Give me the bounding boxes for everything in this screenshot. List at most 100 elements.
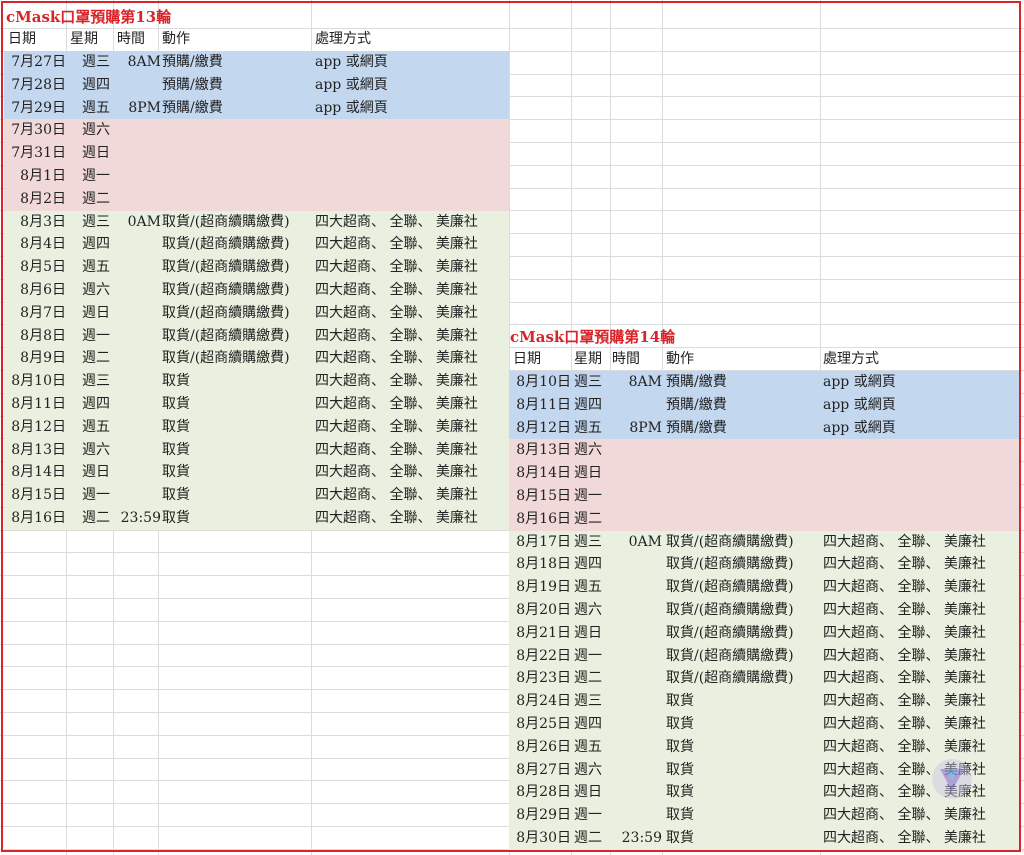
cell-action: 取貨/(超商續購繳費) bbox=[162, 213, 290, 230]
table-row: 8月23日 週二 取貨/(超商續購繳費) 四大超商、 全聯、 美廉社 bbox=[509, 667, 1020, 691]
table-row: 8月21日 週日 取貨/(超商續購繳費) 四大超商、 全聯、 美廉社 bbox=[509, 621, 1020, 645]
cell-date: 7月27日 bbox=[11, 54, 66, 70]
cell-time: 8PM bbox=[128, 99, 161, 116]
cell-time bbox=[610, 736, 662, 759]
header-method: 處理方式 bbox=[315, 31, 371, 47]
cell-date: 8月18日 bbox=[516, 556, 571, 573]
cell-time bbox=[610, 576, 662, 599]
cell-action: 取貨/(超商續購繳費) bbox=[666, 533, 794, 550]
cell-method: 四大超商、 全聯、 美廉社 bbox=[823, 807, 986, 824]
cell-time bbox=[610, 713, 662, 736]
cell-action: 預購/繳費 bbox=[162, 54, 223, 70]
table-row: 8月17日 週三 0AM 取貨/(超商續購繳費) 四大超商、 全聯、 美廉社 bbox=[509, 530, 1020, 554]
cell-date: 8月12日 bbox=[516, 419, 571, 436]
table-row: 8月20日 週六 取貨/(超商續購繳費) 四大超商、 全聯、 美廉社 bbox=[509, 599, 1020, 622]
cell-weekday: 週四 bbox=[574, 556, 602, 573]
cell-action: 取貨/(超商續購繳費) bbox=[162, 327, 290, 344]
cell-date: 8月14日 bbox=[11, 464, 66, 481]
cell-action: 預購/繳費 bbox=[666, 396, 727, 413]
cell-action: 取貨 bbox=[666, 807, 694, 824]
cell-weekday: 週五 bbox=[574, 579, 602, 596]
cell-date: 8月15日 bbox=[11, 487, 66, 504]
cell-date: 8月19日 bbox=[516, 579, 571, 596]
cell-time: 0AM bbox=[127, 213, 161, 230]
header-action: 動作 bbox=[666, 351, 694, 367]
table-row: 8月10日 週三 取貨 四大超商、 全聯、 美廉社 bbox=[4, 370, 509, 394]
cell-weekday: 週一 bbox=[82, 327, 110, 344]
table-row: 8月14日 週日 取貨 四大超商、 全聯、 美廉社 bbox=[4, 461, 509, 485]
cell-time bbox=[610, 462, 662, 485]
cell-date: 7月29日 bbox=[11, 99, 66, 116]
cell-date: 8月5日 bbox=[20, 259, 66, 276]
header-action: 動作 bbox=[162, 31, 190, 47]
cell-weekday: 週四 bbox=[82, 76, 110, 93]
cell-date: 8月2日 bbox=[20, 190, 66, 207]
cell-weekday: 週一 bbox=[82, 487, 110, 504]
cell-method: 四大超商、 全聯、 美廉社 bbox=[315, 327, 478, 344]
table-row: 7月31日 週日 bbox=[4, 142, 509, 166]
cell-action: 取貨 bbox=[666, 830, 694, 846]
cell-date: 7月30日 bbox=[11, 122, 66, 139]
table-row: 8月13日 週六 取貨 四大超商、 全聯、 美廉社 bbox=[4, 438, 509, 462]
cell-time bbox=[116, 416, 161, 439]
cell-time bbox=[116, 325, 161, 348]
cell-time: 8AM bbox=[127, 54, 161, 70]
cell-time bbox=[116, 302, 161, 325]
cell-method: 四大超商、 全聯、 美廉社 bbox=[823, 716, 986, 732]
logo-icon bbox=[928, 755, 976, 803]
cell-weekday: 週二 bbox=[82, 190, 110, 207]
cell-time bbox=[116, 347, 161, 370]
cell-method: 四大超商、 全聯、 美廉社 bbox=[315, 441, 478, 458]
cell-time bbox=[116, 119, 161, 142]
cell-date: 8月22日 bbox=[516, 647, 571, 664]
cell-weekday: 週六 bbox=[574, 442, 602, 459]
cell-time bbox=[116, 461, 161, 484]
cell-date: 8月29日 bbox=[516, 807, 571, 824]
cell-time bbox=[610, 781, 662, 804]
cell-date: 8月14日 bbox=[516, 465, 571, 482]
cell-time bbox=[116, 165, 161, 188]
table-row: 8月14日 週日 bbox=[509, 462, 1020, 486]
cell-weekday: 週四 bbox=[574, 716, 602, 732]
cell-time bbox=[610, 394, 662, 417]
cell-method: app 或網頁 bbox=[315, 76, 388, 93]
table-row: 8月12日 週五 取貨 四大超商、 全聯、 美廉社 bbox=[4, 415, 509, 439]
header-weekday: 星期 bbox=[574, 351, 602, 367]
cell-method: 四大超商、 全聯、 美廉社 bbox=[823, 670, 986, 687]
cell-method: app 或網頁 bbox=[823, 419, 896, 436]
cell-weekday: 週日 bbox=[82, 304, 110, 321]
cell-date: 8月21日 bbox=[516, 624, 571, 641]
cell-time bbox=[116, 279, 161, 302]
cell-weekday: 週日 bbox=[574, 465, 602, 482]
header-time: 時間 bbox=[612, 351, 640, 367]
header-date: 日期 bbox=[513, 351, 541, 367]
header-weekday: 星期 bbox=[70, 31, 98, 47]
cell-action: 預購/繳費 bbox=[162, 99, 223, 116]
table-row: 8月11日 週四 預購/繳費 app 或網頁 bbox=[509, 393, 1020, 417]
cell-method: 四大超商、 全聯、 美廉社 bbox=[823, 579, 986, 596]
cell-date: 8月6日 bbox=[20, 282, 66, 298]
cell-weekday: 週一 bbox=[82, 168, 110, 184]
cell-action: 取貨/(超商續購繳費) bbox=[162, 350, 290, 367]
table-row: 7月29日 週五 8PM 預購/繳費 app 或網頁 bbox=[4, 96, 509, 120]
cell-time bbox=[116, 233, 161, 256]
table-row: 8月2日 週二 bbox=[4, 187, 509, 211]
cell-method: 四大超商、 全聯、 美廉社 bbox=[315, 213, 478, 230]
cell-weekday: 週三 bbox=[574, 693, 602, 710]
cell-weekday: 週三 bbox=[82, 213, 110, 230]
cell-action: 取貨/(超商續購繳費) bbox=[162, 304, 290, 321]
cell-weekday: 週六 bbox=[82, 122, 110, 139]
cell-time bbox=[610, 553, 662, 576]
cell-action: 取貨 bbox=[162, 510, 190, 526]
cell-date: 8月11日 bbox=[11, 396, 66, 412]
table-row: 8月16日 週二 bbox=[509, 507, 1020, 531]
table-row: 8月19日 週五 取貨/(超商續購繳費) 四大超商、 全聯、 美廉社 bbox=[509, 576, 1020, 600]
cell-weekday: 週三 bbox=[82, 54, 110, 70]
round13-title: cMask口罩預購第13輪 bbox=[6, 8, 172, 26]
cell-action: 取貨 bbox=[162, 441, 190, 458]
cell-method: 四大超商、 全聯、 美廉社 bbox=[315, 350, 478, 367]
cell-date: 7月31日 bbox=[11, 145, 66, 162]
cell-time bbox=[610, 690, 662, 713]
cell-time: 0AM bbox=[628, 533, 662, 550]
cell-date: 8月10日 bbox=[516, 374, 571, 390]
